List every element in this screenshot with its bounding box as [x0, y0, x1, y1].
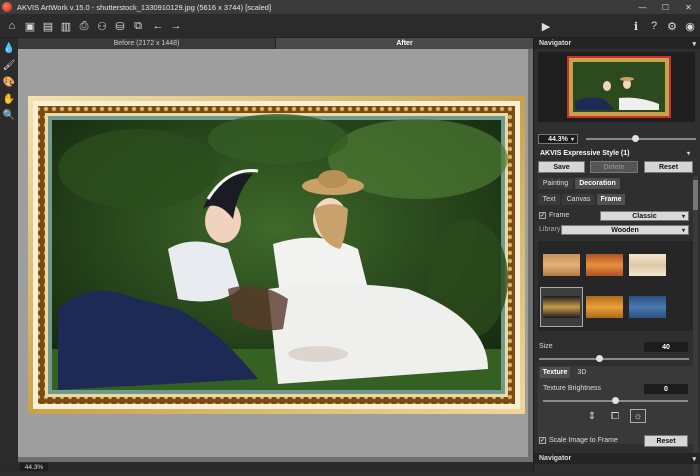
bottom-navigator-header[interactable]: Navigator ▾: [534, 453, 700, 464]
save-preset-button[interactable]: Save: [538, 161, 585, 173]
redo-icon[interactable]: →: [168, 18, 184, 34]
library-label: Library: [539, 226, 561, 233]
navigator-zoom-slider[interactable]: [586, 135, 696, 142]
frame-checkbox[interactable]: ✓: [539, 212, 546, 219]
brush-tool-icon[interactable]: 🖌: [2, 58, 16, 72]
status-zoom[interactable]: 44.3%: [20, 463, 48, 471]
plugin-icon[interactable]: ⧉: [130, 18, 146, 34]
tab-decoration[interactable]: Decoration: [575, 178, 620, 189]
tab-frame[interactable]: Frame: [597, 194, 625, 205]
frame-texture-gallery: [538, 241, 693, 331]
navigator-thumbnail: [569, 58, 669, 116]
size-label: Size: [539, 343, 553, 350]
maximize-button[interactable]: ☐: [654, 0, 677, 14]
settings-icon[interactable]: ⚙: [664, 18, 680, 34]
save-icon[interactable]: ▤: [40, 18, 56, 34]
library-select[interactable]: Wooden ▾: [561, 225, 689, 235]
window-title: AKVIS ArtWork v.15.0 - shutterstock_1330…: [17, 2, 272, 12]
undo-icon[interactable]: ←: [150, 18, 166, 34]
tab-3d[interactable]: 3D: [572, 367, 592, 378]
bottom-navigator-title: Navigator: [539, 455, 572, 462]
texture-brightness-slider[interactable]: [543, 397, 688, 404]
mirror-icon[interactable]: ⧠: [607, 409, 623, 423]
collapse-chevron-icon[interactable]: ▾: [692, 40, 696, 48]
help-icon[interactable]: ?: [646, 18, 662, 34]
run-icon[interactable]: ▶: [538, 18, 554, 34]
size-slider[interactable]: [539, 355, 689, 362]
share-icon[interactable]: ⚇: [94, 18, 110, 34]
texture-brightness-knob[interactable]: [612, 397, 619, 404]
texture-thumb[interactable]: [543, 296, 580, 318]
navigator-preview[interactable]: [538, 52, 695, 122]
texture-brightness-value[interactable]: 0: [644, 384, 688, 394]
texture-thumb[interactable]: [543, 254, 580, 276]
batch-icon[interactable]: ⛁: [112, 18, 128, 34]
zoom-tool-icon[interactable]: 🔍: [2, 108, 16, 122]
scale-image-label: Scale Image to Frame: [549, 437, 618, 444]
framed-painting: [28, 96, 525, 414]
drop-tool-icon[interactable]: 💧: [2, 41, 16, 55]
size-value[interactable]: 40: [644, 342, 688, 352]
tab-canvas[interactable]: Canvas: [562, 194, 595, 205]
texture-brightness-label: Texture Brightness: [543, 385, 601, 392]
texture-thumb[interactable]: [629, 296, 666, 318]
hand-tool-icon[interactable]: ✋: [2, 92, 16, 106]
palette-tool-icon[interactable]: 🎨: [2, 75, 16, 89]
tab-text[interactable]: Text: [538, 194, 560, 205]
close-button[interactable]: ✕: [677, 0, 700, 14]
image-canvas[interactable]: [18, 49, 533, 462]
tab-before[interactable]: Before (2172 x 1448): [18, 38, 276, 49]
navigator-viewport[interactable]: [567, 56, 671, 118]
frame-type-select[interactable]: Classic ▾: [600, 211, 689, 221]
app-logo-icon: [2, 2, 12, 12]
tab-after[interactable]: After: [276, 38, 533, 49]
delete-preset-button[interactable]: Delete: [590, 161, 638, 173]
info-icon[interactable]: ℹ: [628, 18, 644, 34]
tab-painting[interactable]: Painting: [538, 178, 573, 189]
texture-thumb[interactable]: [586, 296, 623, 318]
frame-reset-button[interactable]: Reset: [644, 435, 688, 447]
texture-thumb[interactable]: [629, 254, 666, 276]
collapse-chevron-icon[interactable]: ▾: [692, 455, 696, 463]
navigator-header[interactable]: Navigator ▾: [534, 38, 700, 49]
light-icon[interactable]: ☼: [630, 409, 646, 423]
navigator-title: Navigator: [539, 40, 572, 47]
panel-scrollbar[interactable]: [693, 176, 698, 476]
minimize-button[interactable]: —: [631, 0, 654, 14]
home-icon[interactable]: ⌂: [4, 18, 20, 34]
size-slider-knob[interactable]: [595, 355, 603, 362]
frame-checkbox-label: Frame: [549, 212, 570, 219]
navigator-zoom-select[interactable]: 44.3% ▾: [538, 134, 578, 144]
flip-vertical-icon[interactable]: ⇕: [584, 409, 600, 423]
left-toolbar: 💧 🖌 🎨 ✋ 🔍: [0, 38, 18, 472]
title-bar: AKVIS ArtWork v.15.0 - shutterstock_1330…: [0, 0, 700, 14]
print-icon[interactable]: ⎙: [76, 18, 92, 34]
texture-thumb[interactable]: [586, 254, 623, 276]
preset-select[interactable]: AKVIS Expressive Style (1) ▾: [538, 148, 693, 158]
tab-texture[interactable]: Texture: [540, 367, 570, 378]
main-toolbar: ⌂ ▣ ▤ ▥ ⎙ ⚇ ⛁ ⧉ ← → ▶ ℹ ? ⚙ ◉: [0, 14, 700, 38]
scale-image-checkbox[interactable]: ✓: [539, 437, 546, 444]
settings-panel: Navigator ▾ 44.3% ▾ AKVIS Expressive Styl…: [533, 38, 700, 476]
view-tabs: Before (2172 x 1448) After: [18, 38, 533, 49]
status-bar: 44.3%: [0, 462, 533, 472]
reset-preset-button[interactable]: Reset: [644, 161, 693, 173]
open-icon[interactable]: ▣: [22, 18, 38, 34]
feed-icon[interactable]: ◉: [682, 18, 698, 34]
navigator-zoom-knob[interactable]: [632, 135, 639, 142]
export-icon[interactable]: ▥: [58, 18, 74, 34]
